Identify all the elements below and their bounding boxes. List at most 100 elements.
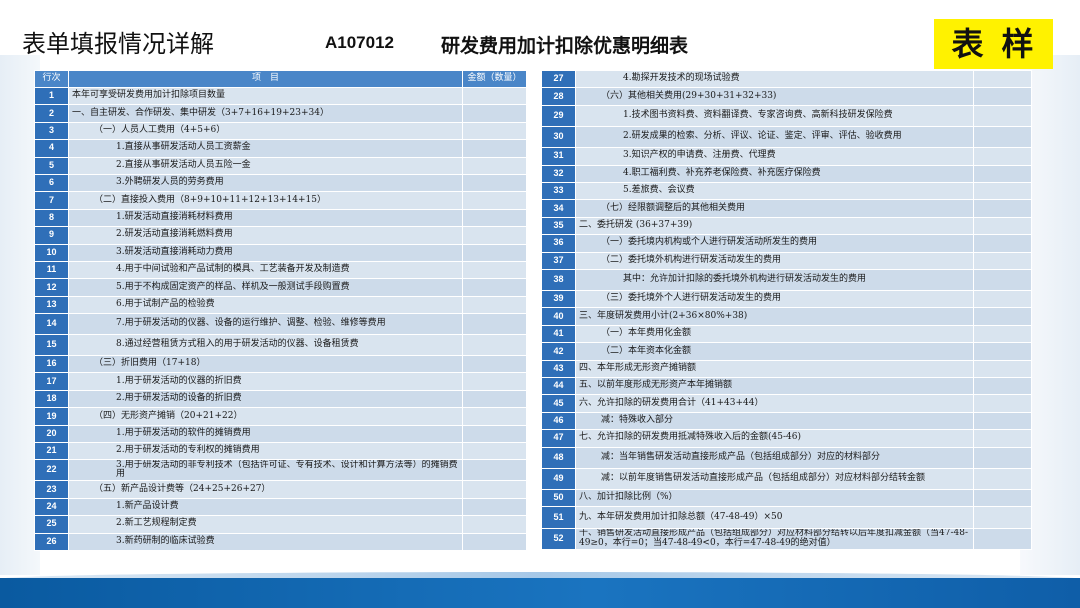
table-row: 4 1.直接从事研发活动人员工资薪金 (34, 139, 527, 158)
row-amount-cell[interactable] (973, 394, 1032, 413)
row-amount-cell[interactable] (462, 121, 527, 141)
row-number: 43 (541, 359, 576, 379)
row-amount-cell[interactable] (973, 290, 1032, 309)
row-item-text: （七）经限额调整后的其他相关费用 (575, 199, 974, 218)
row-item-text: （一）本年费用化金额 (575, 324, 974, 344)
row-amount-cell[interactable] (973, 377, 1032, 396)
row-amount-cell[interactable] (973, 181, 1032, 201)
row-amount-cell[interactable] (973, 251, 1032, 270)
row-item-text: 1.用于研发活动的仪器的折旧费 (68, 372, 463, 391)
row-amount-cell[interactable] (973, 411, 1032, 431)
table-row: 42 （二）本年资本化金额 (541, 342, 1032, 361)
row-amount-cell[interactable] (462, 156, 527, 175)
row-amount-cell[interactable] (973, 234, 1032, 253)
row-amount-cell[interactable] (973, 164, 1032, 183)
row-amount-cell[interactable] (973, 488, 1032, 508)
row-item-text: 1.直接从事研发活动人员工资薪金 (68, 139, 463, 158)
row-number: 2 (34, 104, 69, 123)
row-number: 36 (541, 234, 576, 253)
row-amount-cell[interactable] (462, 208, 527, 228)
row-number: 18 (34, 389, 69, 409)
row-number: 42 (541, 342, 576, 361)
row-amount-cell[interactable] (973, 199, 1032, 218)
form-name: 研发费用加计扣除优惠明细表 (441, 35, 689, 57)
row-amount-cell[interactable] (973, 446, 1032, 469)
row-number: 12 (34, 278, 69, 297)
row-amount-cell[interactable] (973, 216, 1032, 236)
row-amount-cell[interactable] (462, 442, 527, 461)
row-amount-cell[interactable] (462, 191, 527, 210)
table-row: 45 六、允许扣除的研发费用合计（41+43+44） (541, 394, 1032, 413)
row-amount-cell[interactable] (973, 342, 1032, 361)
table-row: 8 1.研发活动直接消耗材料费用 (34, 208, 527, 228)
row-number: 34 (541, 199, 576, 218)
row-amount-cell[interactable] (973, 268, 1032, 292)
table-row: 36 （一）委托境内机构或个人进行研发活动所发生的费用 (541, 234, 1032, 253)
table-row: 47 七、允许扣除的研发费用抵减特殊收入后的金额(45-46) (541, 429, 1032, 448)
row-amount-cell[interactable] (462, 313, 527, 336)
row-amount-cell[interactable] (462, 424, 527, 444)
table-row: 38 其中：允许加计扣除的委托境外机构进行研发活动发生的费用 (541, 268, 1032, 292)
row-amount-cell[interactable] (462, 278, 527, 297)
row-amount-cell[interactable] (462, 515, 527, 534)
header-item: 项 目 (68, 70, 463, 88)
row-number: 27 (541, 69, 576, 89)
row-amount-cell[interactable] (462, 389, 527, 409)
row-amount-cell[interactable] (462, 86, 527, 106)
row-amount-cell[interactable] (973, 506, 1032, 529)
row-number: 37 (541, 251, 576, 270)
row-amount-cell[interactable] (973, 87, 1032, 106)
row-item-text: 减：以前年度销售研发活动直接形成产品（包括组成部分）对应材料部分结转金额 (575, 467, 974, 490)
row-amount-cell[interactable] (973, 307, 1032, 326)
row-number: 10 (34, 243, 69, 262)
row-item-text: 六、允许扣除的研发费用合计（41+43+44） (575, 394, 974, 413)
sample-badge: 表样 (934, 19, 1053, 69)
row-amount-cell[interactable] (973, 467, 1032, 490)
row-amount-cell[interactable] (973, 359, 1032, 379)
row-amount-cell[interactable] (462, 497, 527, 517)
row-amount-cell[interactable] (462, 139, 527, 158)
row-number: 44 (541, 377, 576, 396)
row-amount-cell[interactable] (462, 243, 527, 262)
row-number: 21 (34, 442, 69, 461)
table-row: 22 3.用于研发活动的非专利技术（包括许可证、专有技术、设计和计算方法等）的摊销… (34, 459, 527, 482)
table-row: 34 （七）经限额调整后的其他相关费用 (541, 199, 1032, 218)
row-amount-cell[interactable] (973, 147, 1032, 166)
row-item-text: 减：当年销售研发活动直接形成产品（包括组成部分）对应的材料部分 (575, 446, 974, 469)
row-amount-cell[interactable] (973, 69, 1032, 89)
row-amount-cell[interactable] (462, 480, 527, 499)
row-amount-cell[interactable] (462, 532, 527, 551)
table-row: 12 5.用于不构成固定资产的样品、样机及一般测试手段购置费 (34, 278, 527, 297)
row-number: 38 (541, 268, 576, 292)
row-amount-cell[interactable] (462, 295, 527, 315)
row-amount-cell[interactable] (462, 173, 527, 193)
row-amount-cell[interactable] (973, 324, 1032, 344)
row-amount-cell[interactable] (973, 527, 1032, 550)
row-amount-cell[interactable] (462, 226, 527, 245)
table-row: 9 2.研发活动直接消耗燃料费用 (34, 226, 527, 245)
row-amount-cell[interactable] (462, 407, 527, 426)
row-item-text: 其中：允许加计扣除的委托境外机构进行研发活动发生的费用 (575, 268, 974, 292)
row-item-text: 2.用于研发活动的专利权的摊销费用 (68, 442, 463, 461)
table-row: 20 1.用于研发活动的软件的摊销费用 (34, 424, 527, 444)
table-row: 50 八、加计扣除比例（%） (541, 488, 1032, 508)
row-amount-cell[interactable] (973, 104, 1032, 127)
row-amount-cell[interactable] (462, 459, 527, 482)
table-row: 44 五、以前年度形成无形资产本年摊销额 (541, 377, 1032, 396)
row-amount-cell[interactable] (462, 372, 527, 391)
row-number: 35 (541, 216, 576, 236)
table-row: 28 （六）其他相关费用(29+30+31+32+33) (541, 87, 1032, 106)
row-amount-cell[interactable] (973, 125, 1032, 149)
row-amount-cell[interactable] (973, 429, 1032, 448)
row-amount-cell[interactable] (462, 260, 527, 280)
row-item-text: （四）无形资产摊销（20+21+22） (68, 407, 463, 426)
row-number: 52 (541, 527, 576, 550)
row-amount-cell[interactable] (462, 104, 527, 123)
row-amount-cell[interactable] (462, 355, 527, 374)
row-item-text: 8.通过经营租赁方式租入的用于研发活动的仪器、设备租赁费 (68, 334, 463, 357)
row-number: 3 (34, 121, 69, 141)
form-table-right: 27 4.勘探开发技术的现场试验费 28 （六）其他相关费用(29+30+31+32+… (541, 69, 1032, 550)
row-amount-cell[interactable] (462, 334, 527, 357)
row-item-text: （二）本年资本化金额 (575, 342, 974, 361)
row-number: 48 (541, 446, 576, 469)
